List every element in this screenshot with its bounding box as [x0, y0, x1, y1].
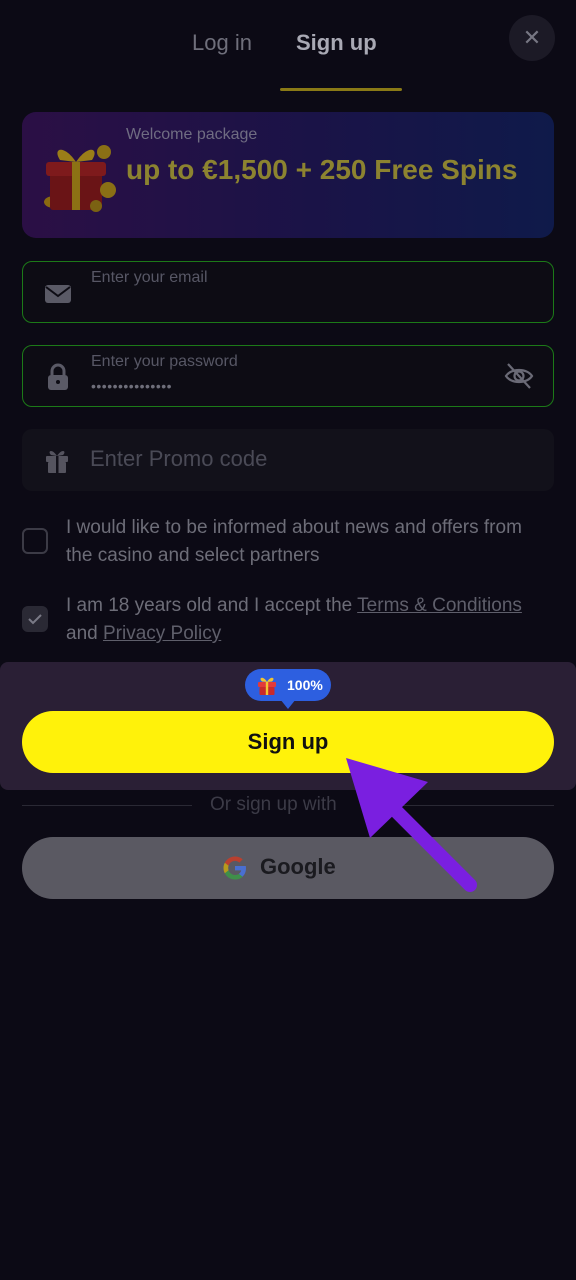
bonus-badge: 100% — [245, 669, 331, 701]
eye-off-icon[interactable] — [503, 360, 535, 392]
age-terms-checkbox[interactable] — [22, 606, 48, 632]
divider-text: Or sign up with — [210, 794, 337, 815]
email-field[interactable]: Enter your email — [22, 261, 554, 323]
google-label: Google — [260, 854, 336, 879]
password-field[interactable]: Enter your password ••••••••••••••• — [22, 345, 554, 407]
divider-line-left — [22, 805, 192, 806]
password-label: Enter your password — [91, 353, 238, 370]
age-terms-row: I am 18 years old and I accept the Terms… — [22, 592, 554, 652]
promo-code-placeholder: Enter Promo code — [90, 446, 268, 471]
auth-tabs: Log in Sign up — [0, 28, 576, 92]
active-tab-indicator — [280, 88, 402, 91]
promo-code-field[interactable]: Enter Promo code — [22, 429, 554, 491]
gift-icon — [46, 450, 68, 473]
password-value: ••••••••••••••• — [91, 378, 173, 394]
google-icon — [223, 856, 246, 880]
checkmark-icon — [28, 614, 42, 625]
lock-icon — [48, 363, 68, 390]
bonus-badge-tail — [280, 699, 296, 709]
welcome-package-banner[interactable]: Welcome package up to €1,500 + 250 Free … — [22, 112, 554, 238]
news-consent-checkbox[interactable] — [22, 528, 48, 554]
close-icon: ✕ — [522, 25, 542, 50]
terms-link[interactable]: Terms & Conditions — [357, 595, 522, 616]
age-terms-text-and: and — [66, 623, 103, 644]
news-consent-row: I would like to be informed about news a… — [22, 514, 554, 574]
tab-login[interactable]: Log in — [192, 30, 252, 56]
envelope-icon — [45, 285, 71, 303]
bonus-badge-text: 100% — [287, 677, 323, 693]
promo-title: up to €1,500 + 250 Free Spins — [126, 154, 518, 185]
gift-box-icon — [44, 145, 116, 212]
privacy-policy-link[interactable]: Privacy Policy — [103, 623, 221, 644]
news-consent-text: I would like to be informed about news a… — [66, 517, 522, 566]
close-button[interactable]: ✕ — [509, 15, 555, 61]
divider-line-right — [384, 805, 554, 806]
google-signup-button[interactable]: Google — [22, 837, 554, 899]
tab-signup[interactable]: Sign up — [296, 30, 377, 56]
signup-button[interactable]: Sign up — [22, 711, 554, 773]
promo-subtitle: Welcome package — [126, 126, 258, 143]
email-label: Enter your email — [91, 269, 208, 286]
age-terms-text-before: I am 18 years old and I accept the — [66, 595, 358, 616]
age-terms-text: I am 18 years old and I accept the Terms… — [66, 592, 526, 648]
signup-screen: Log in Sign up ✕ Welcome package up to €… — [0, 0, 576, 1280]
gift-icon — [258, 677, 276, 695]
social-divider: Or sign up with — [22, 792, 554, 820]
